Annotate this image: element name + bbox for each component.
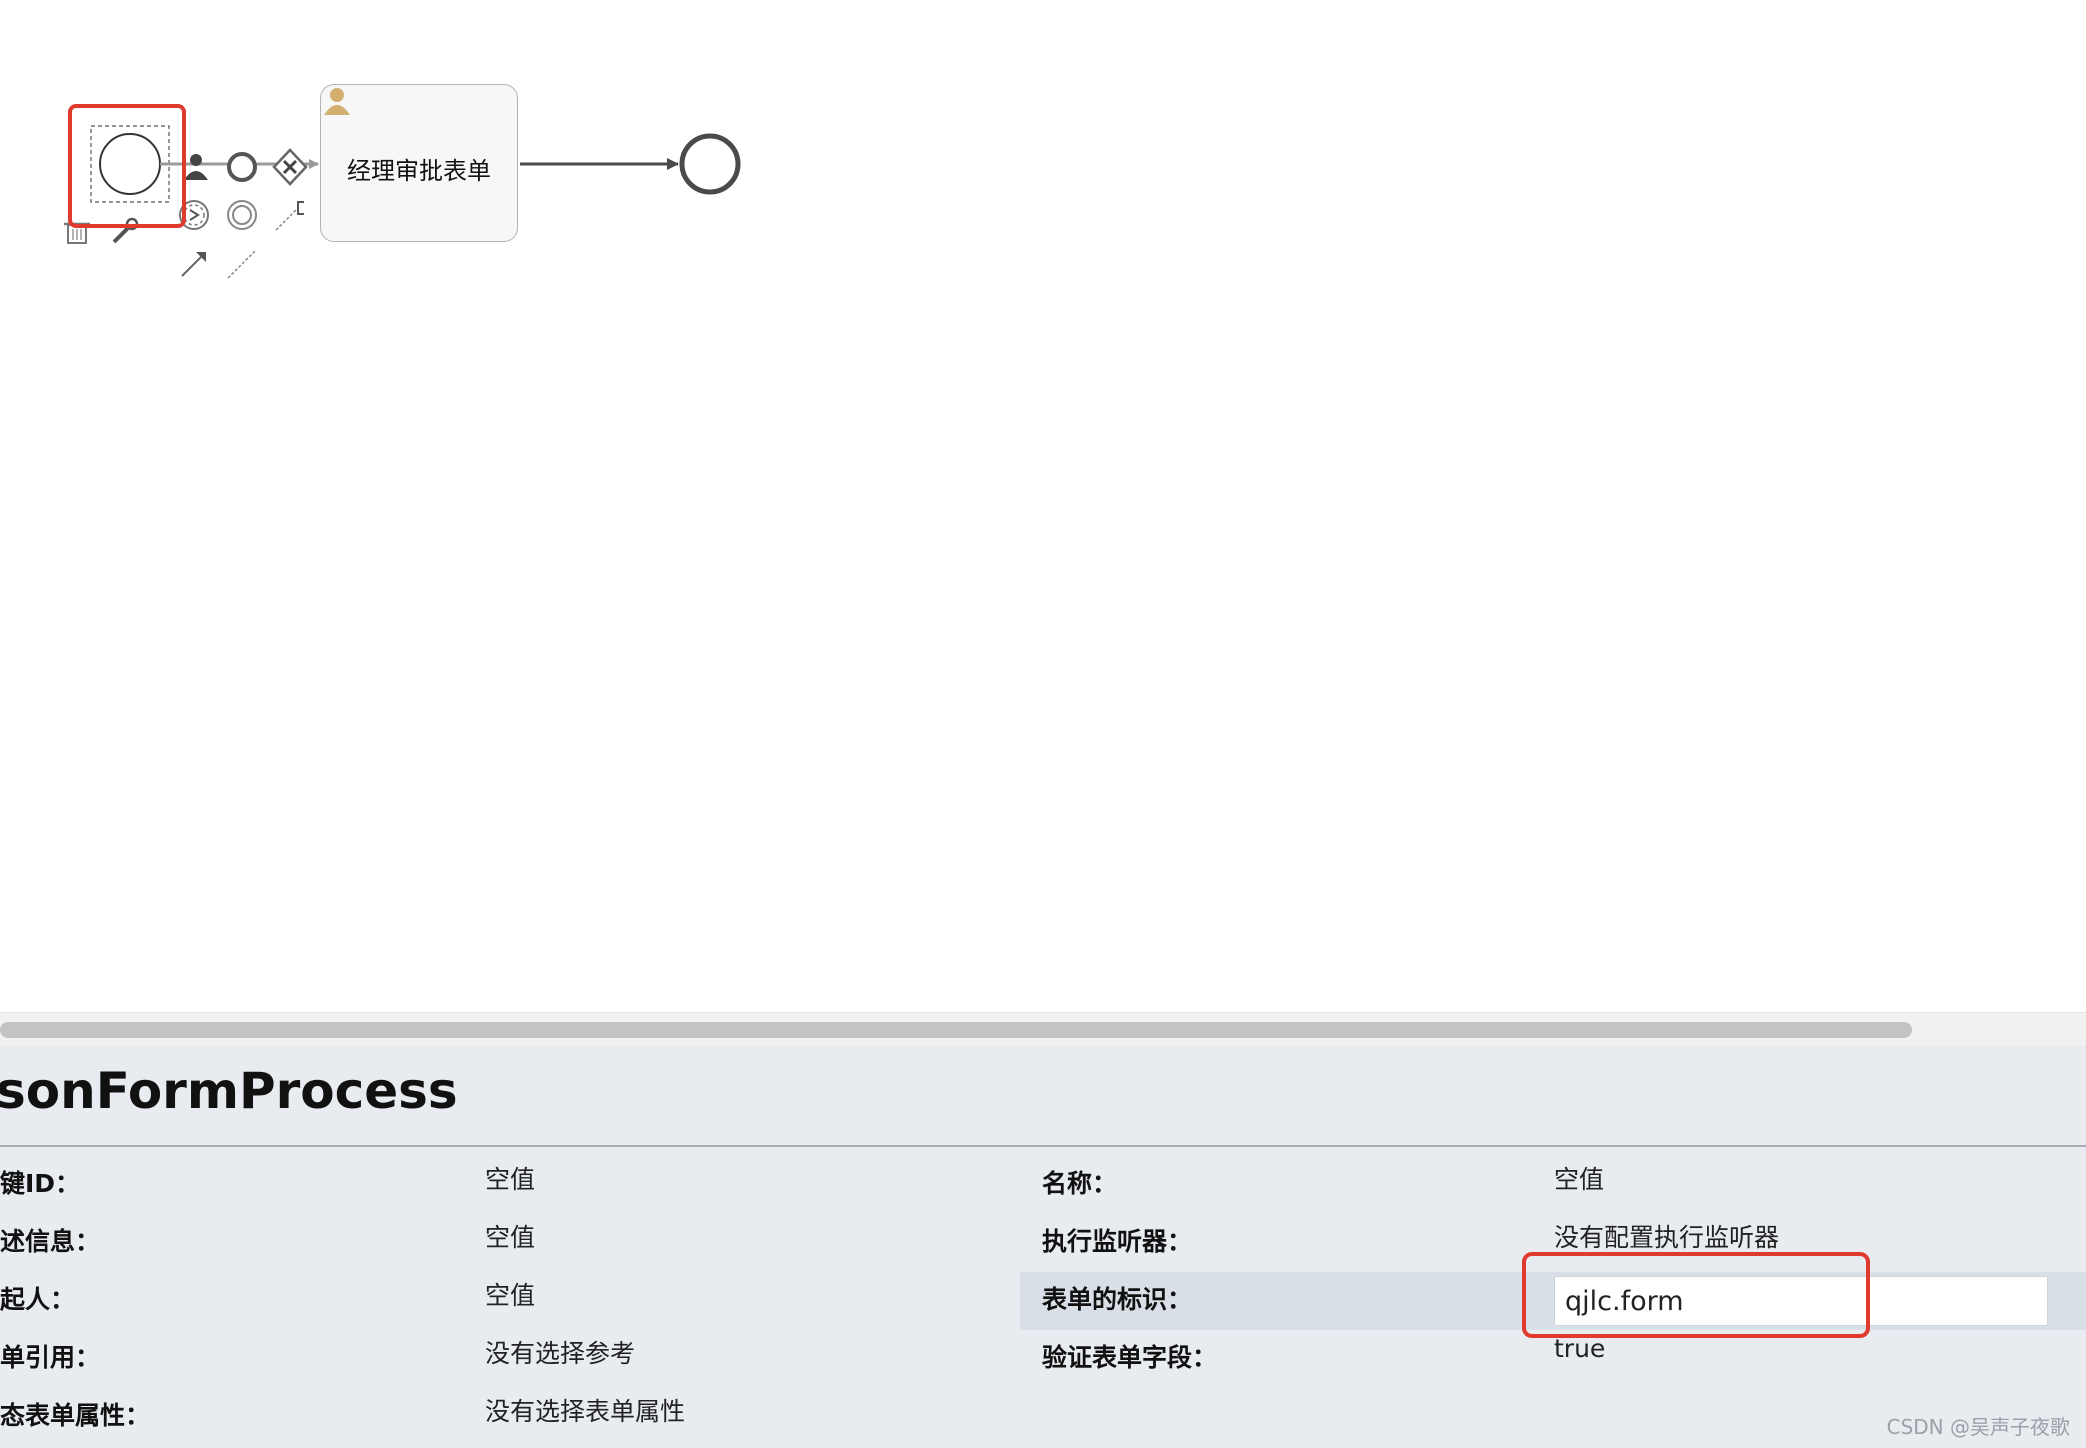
value-name[interactable]: 空值 [1554, 1160, 1604, 1196]
text-annotation-icon[interactable] [275, 201, 304, 231]
properties-panel: sonFormProcess 键ID： 空值 述信息： 空值 起人： 空值 单引… [0, 1046, 2086, 1448]
label-form-reference: 单引用： [0, 1343, 101, 1372]
user-task[interactable]: 经理审批表单 [320, 84, 518, 242]
diagram-svg [64, 125, 741, 279]
append-gateway-icon[interactable] [272, 148, 308, 186]
append-end-event-icon[interactable] [227, 152, 257, 182]
end-event[interactable] [679, 133, 741, 195]
value-description[interactable]: 空值 [485, 1218, 535, 1254]
append-user-task-icon[interactable] [184, 154, 208, 180]
user-icon [324, 88, 350, 115]
label-key-id: 键ID： [0, 1169, 81, 1198]
task-label: 经理审批表单 [347, 157, 491, 185]
value-validate-form-fields[interactable]: true [1554, 1334, 1605, 1363]
value-key-id[interactable]: 空值 [485, 1160, 535, 1196]
scrollbar-thumb[interactable] [0, 1022, 1912, 1038]
watermark: CSDN @吴声子夜歌 [1886, 1415, 2070, 1439]
value-form-reference[interactable]: 没有选择参考 [485, 1334, 635, 1370]
value-execution-listeners[interactable]: 没有配置执行监听器 [1554, 1218, 1779, 1254]
label-initiator: 起人： [0, 1285, 76, 1314]
form-key-highlight [1522, 1252, 1870, 1338]
label-validate-form-fields: 验证表单字段： [1042, 1343, 1218, 1372]
title-divider [0, 1145, 2086, 1147]
label-dynamic-form-properties: 态表单属性： [0, 1401, 151, 1430]
label-name: 名称： [1042, 1169, 1118, 1198]
bpmn-canvas[interactable]: 经理审批表单 [0, 0, 2086, 1012]
connect-icon[interactable] [181, 252, 206, 277]
value-initiator[interactable]: 空值 [485, 1276, 535, 1312]
horizontal-scrollbar[interactable] [0, 1012, 2086, 1047]
start-event-highlight [68, 104, 186, 228]
process-title: sonFormProcess [0, 1062, 458, 1120]
association-icon[interactable] [227, 249, 257, 279]
append-boundary-event-icon[interactable] [227, 200, 257, 230]
label-form-key: 表单的标识： [1042, 1285, 1193, 1314]
label-description: 述信息： [0, 1227, 101, 1256]
value-dynamic-form-properties[interactable]: 没有选择表单属性 [485, 1392, 685, 1428]
label-execution-listeners: 执行监听器： [1042, 1227, 1193, 1256]
